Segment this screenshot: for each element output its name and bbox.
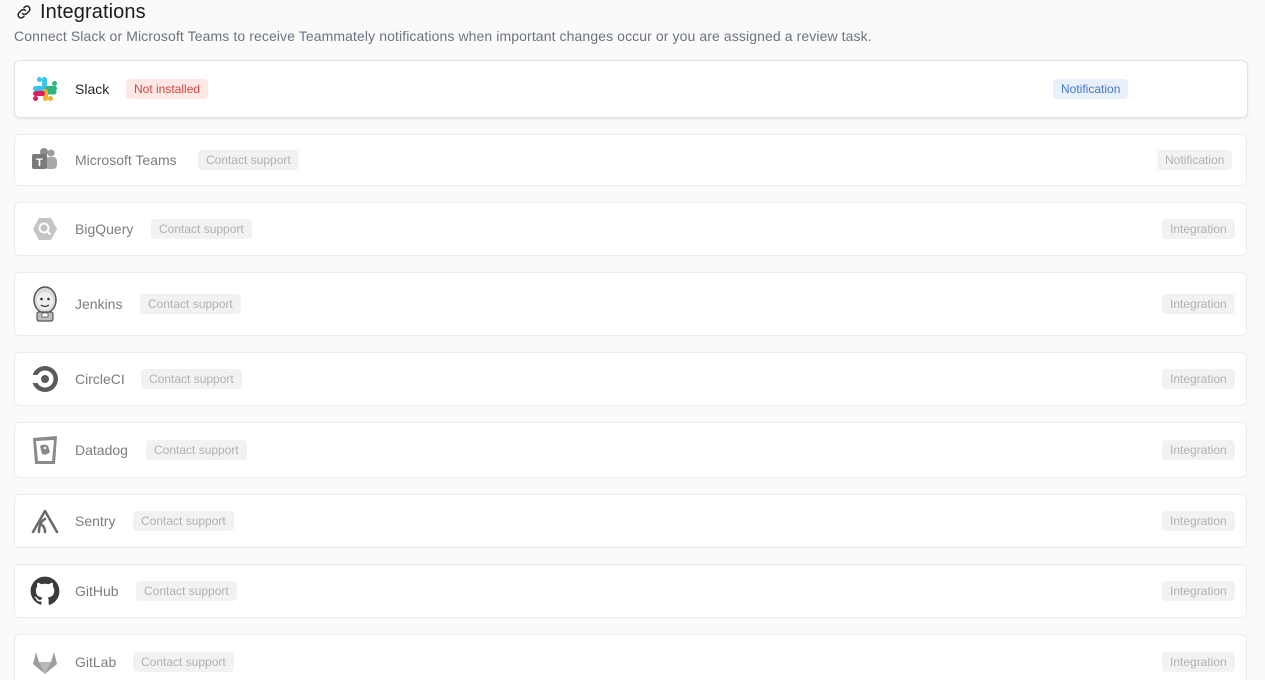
type-badge: Integration	[1162, 652, 1235, 672]
integration-name: GitHub	[75, 583, 119, 599]
integration-name: Jenkins	[75, 296, 123, 312]
datadog-icon	[29, 434, 61, 466]
status-badge: Contact support	[140, 294, 241, 314]
integrations-page: Integrations Connect Slack or Microsoft …	[0, 0, 1265, 680]
integration-card-gitlab[interactable]: GitLab Contact support Integration	[14, 634, 1247, 680]
page-title: Integrations	[40, 0, 146, 23]
type-badge: Integration	[1162, 581, 1235, 601]
gitlab-icon	[29, 646, 61, 678]
status-badge: Contact support	[136, 581, 237, 601]
status-badge: Contact support	[133, 511, 234, 531]
type-badge: Integration	[1162, 219, 1235, 239]
type-badge: Integration	[1162, 369, 1235, 389]
integration-name: BigQuery	[75, 221, 134, 237]
integration-card-sentry[interactable]: Sentry Contact support Integration	[14, 494, 1247, 548]
sentry-icon	[29, 505, 61, 537]
status-badge: Contact support	[133, 652, 234, 672]
link-icon	[14, 2, 34, 22]
github-icon	[29, 575, 61, 607]
status-badge: Not installed	[126, 79, 209, 99]
title-row: Integrations	[14, 0, 1254, 24]
integration-name: GitLab	[75, 654, 117, 670]
circleci-icon	[29, 363, 61, 395]
slack-icon	[29, 73, 61, 105]
status-badge: Contact support	[198, 150, 299, 170]
page-subtitle: Connect Slack or Microsoft Teams to rece…	[14, 28, 872, 44]
status-badge: Contact support	[151, 219, 252, 239]
type-badge: Integration	[1162, 294, 1235, 314]
type-badge: Integration	[1162, 440, 1235, 460]
type-badge: Notification	[1053, 79, 1129, 99]
status-badge: Contact support	[146, 440, 247, 460]
type-badge: Notification	[1157, 150, 1233, 170]
integration-name: Slack	[75, 81, 110, 97]
integration-card-github[interactable]: GitHub Contact support Integration	[14, 564, 1247, 618]
integration-card-bigquery[interactable]: BigQuery Contact support Integration	[14, 202, 1247, 256]
integration-name: Datadog	[75, 442, 128, 458]
integration-card-circleci[interactable]: CircleCI Contact support Integration	[14, 352, 1247, 406]
bigquery-icon	[29, 213, 61, 245]
integration-name: Sentry	[75, 513, 116, 529]
integration-card-slack[interactable]: Slack Not installed Notification	[14, 60, 1248, 118]
integration-name: Microsoft Teams	[75, 152, 177, 168]
type-badge: Integration	[1162, 511, 1235, 531]
integration-card-microsoft-teams[interactable]: T Microsoft Teams Contact support Notifi…	[14, 134, 1247, 186]
integration-card-jenkins[interactable]: Jenkins Contact support Integration	[14, 272, 1247, 336]
jenkins-icon	[29, 286, 61, 322]
svg-text:T: T	[36, 157, 43, 169]
integration-card-datadog[interactable]: Datadog Contact support Integration	[14, 422, 1247, 478]
status-badge: Contact support	[141, 369, 242, 389]
integration-name: CircleCI	[75, 371, 125, 387]
microsoft-teams-icon: T	[29, 144, 61, 176]
page-header: Integrations Connect Slack or Microsoft …	[14, 0, 1254, 45]
